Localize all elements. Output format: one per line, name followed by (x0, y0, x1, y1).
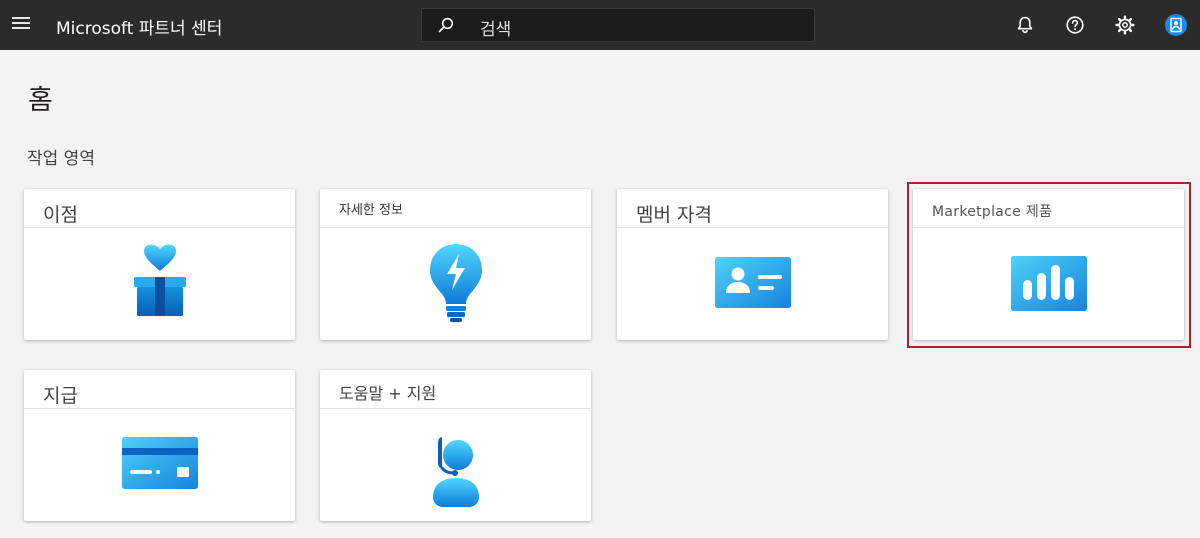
gift-heart-icon (133, 244, 186, 316)
headset-person-icon (432, 437, 479, 507)
tile-header: 이점 (24, 189, 295, 228)
tile-label: 지급 (43, 385, 78, 407)
lightbulb-icon (429, 244, 482, 322)
tile-header: 도움말 + 지원 (320, 370, 591, 409)
search-input[interactable]: 검색 (421, 8, 815, 42)
tile-label: 도움말 + 지원 (339, 384, 437, 403)
tile-membership[interactable]: 멤버 자격 (617, 189, 888, 340)
section-title-workspaces: 작업 영역 (27, 149, 95, 169)
tile-label: 자세한 정보 (339, 203, 403, 218)
help-icon[interactable] (1063, 13, 1087, 37)
tile-label: 이점 (43, 204, 78, 226)
tile-payouts[interactable]: 지급 (24, 370, 295, 521)
app-title[interactable]: Microsoft 파트너 센터 (56, 14, 222, 39)
top-bar: Microsoft 파트너 센터 검색 (0, 0, 1200, 50)
page-title: 홈 (28, 85, 53, 116)
search-icon (438, 17, 454, 33)
tile-header: Marketplace 제품 (913, 189, 1184, 228)
tile-header: 자세한 정보 (320, 189, 591, 228)
tile-marketplace-offers[interactable]: Marketplace 제품 (913, 189, 1184, 340)
tile-help-support[interactable]: 도움말 + 지원 (320, 370, 591, 521)
tile-learn[interactable]: 자세한 정보 (320, 189, 591, 340)
search-text: 검색 (480, 20, 512, 40)
credit-card-icon (121, 437, 198, 489)
tile-label: Marketplace 제품 (932, 204, 1053, 220)
tile-header: 멤버 자격 (617, 189, 888, 228)
gear-icon[interactable] (1113, 13, 1137, 37)
id-card-icon (714, 257, 791, 308)
menu-icon[interactable] (12, 15, 32, 35)
tile-header: 지급 (24, 370, 295, 409)
tile-benefits[interactable]: 이점 (24, 189, 295, 340)
avatar-icon[interactable] (1164, 13, 1188, 37)
bell-icon[interactable] (1013, 13, 1037, 37)
bar-chart-icon (1010, 256, 1087, 311)
tile-label: 멤버 자격 (636, 204, 712, 226)
